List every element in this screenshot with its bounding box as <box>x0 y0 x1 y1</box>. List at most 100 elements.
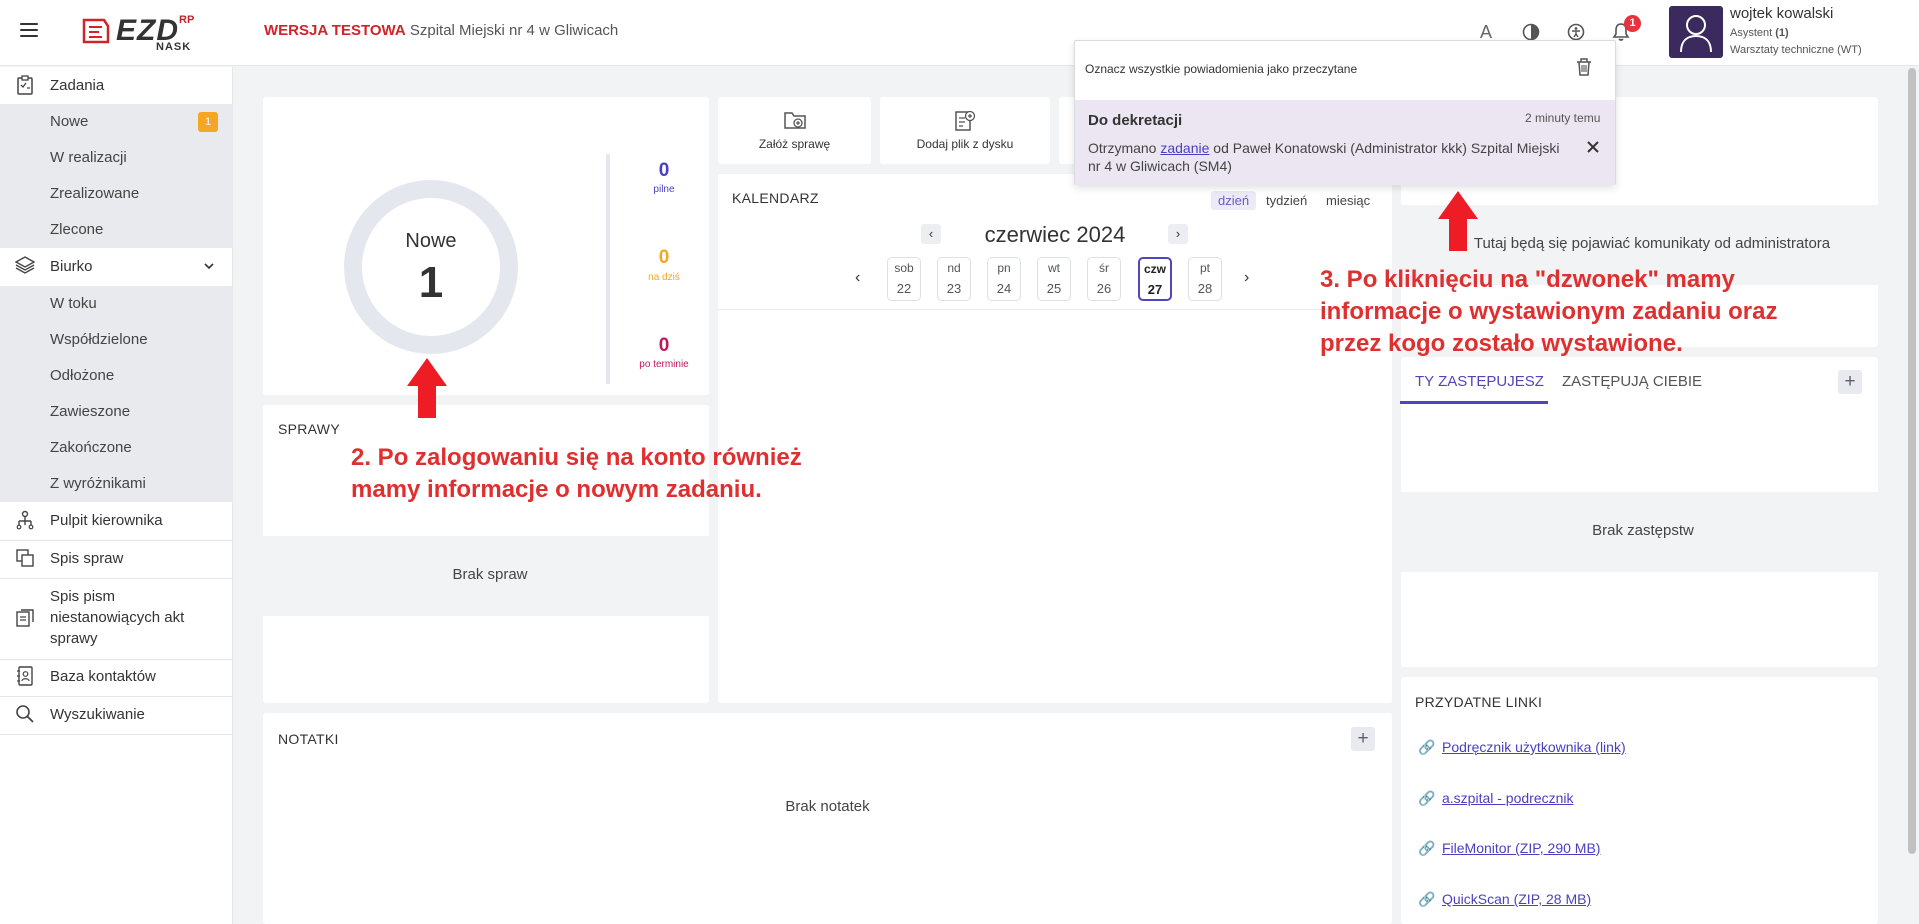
view-tydzien-button[interactable]: tydzień <box>1259 191 1314 210</box>
sidebar-item-label: Wyszukiwanie <box>50 706 145 723</box>
day-date: 22 <box>896 281 912 296</box>
sidebar-item-w-toku[interactable]: W toku <box>0 286 233 322</box>
user-role: Asystent (1) <box>1730 27 1789 39</box>
sidebar-item-spis-spraw[interactable]: Spis spraw <box>0 548 233 570</box>
link-text[interactable]: FileMonitor (ZIP, 290 MB) <box>1442 840 1600 856</box>
notification-time: 2 minuty temu <box>1525 111 1601 125</box>
day-name: śr <box>1099 261 1109 275</box>
calendar-day[interactable]: śr 26 <box>1087 257 1121 301</box>
organization-name: Szpital Miejski nr 4 w Gliwicach <box>409 22 619 39</box>
view-dzien-button[interactable]: dzień <box>1211 191 1257 210</box>
previous-week-button[interactable]: ‹ <box>855 269 860 287</box>
sidebar-item-nowe[interactable]: Nowe 1 <box>0 104 233 140</box>
sidebar-item-zrealizowane[interactable]: Zrealizowane <box>0 176 233 212</box>
scrollbar[interactable] <box>1908 68 1916 854</box>
sidebar-item-wspoldzielone[interactable]: Współdzielone <box>0 322 233 358</box>
zaloz-sprawe-button[interactable]: Załóż sprawę <box>718 97 871 164</box>
sidebar-item-label: Baza kontaktów <box>50 668 156 685</box>
day-name: pt <box>1199 261 1210 275</box>
tab-ty-zastepujesz[interactable]: TY ZASTĘPUJESZ <box>1415 373 1544 390</box>
po-terminie-count[interactable]: 0 <box>614 335 714 357</box>
notification-task-link[interactable]: zadanie <box>1160 140 1209 156</box>
calendar-day[interactable]: pn 24 <box>987 257 1021 301</box>
sidebar-item-label: Z wyróżnikami <box>50 475 146 492</box>
sidebar-item-label: W toku <box>50 295 97 312</box>
divider <box>0 734 233 735</box>
environment-label: WERSJA TESTOWA Szpital Miejski nr 4 w Gl… <box>264 22 618 39</box>
link-text[interactable]: a.szpital - podrecznik <box>1442 790 1574 806</box>
sidebar-item-spis-pism[interactable]: Spis pism niestanowiących akt sprawy <box>0 586 233 652</box>
tasks-donut-label: Nowe <box>405 230 457 252</box>
divider <box>606 154 610 384</box>
notification-item[interactable]: Do dekretacji 2 minuty temu Otrzymano za… <box>1075 100 1615 185</box>
sidebar-item-z-wyroznikami[interactable]: Z wyróżnikami <box>0 466 233 502</box>
search-icon <box>14 704 36 726</box>
add-note-button[interactable]: + <box>1351 727 1375 751</box>
logo[interactable]: EZD RP NASK <box>78 12 208 56</box>
sidebar-item-zadania[interactable]: Zadania <box>0 75 233 97</box>
new-count-badge: 1 <box>198 112 218 132</box>
chevron-down-icon[interactable] <box>203 256 215 276</box>
calendar-day[interactable]: sob 22 <box>887 257 921 301</box>
next-week-button[interactable]: › <box>1244 269 1249 287</box>
user-name[interactable]: wojtek kowalski <box>1730 5 1833 22</box>
divider <box>0 659 233 660</box>
sidebar-item-w-realizacji[interactable]: W realizacji <box>0 140 233 176</box>
avatar[interactable] <box>1669 6 1723 58</box>
day-name: pn <box>997 261 1011 275</box>
close-icon[interactable] <box>1586 140 1600 159</box>
annotation-arrow-1 <box>407 358 447 418</box>
tab-zastepuja-ciebie[interactable]: ZASTĘPUJĄ CIEBIE <box>1562 373 1702 390</box>
sidebar-item-zakonczone[interactable]: Zakończone <box>0 430 233 466</box>
documents-icon <box>14 608 36 630</box>
substitutes-empty-text: Brak zastępstw <box>1592 522 1694 539</box>
menu-icon[interactable] <box>20 23 38 37</box>
sidebar-item-odlozone[interactable]: Odłożone <box>0 358 233 394</box>
calendar-day-today[interactable]: czw 27 <box>1138 257 1172 301</box>
next-month-button[interactable]: › <box>1168 224 1188 244</box>
top-bar: EZD RP NASK WERSJA TESTOWA Szpital Miejs… <box>0 0 1919 66</box>
sidebar-item-biurko[interactable]: Biurko <box>0 256 233 278</box>
annotation-note-2: 2. Po zalogowaniu się na konto również m… <box>351 442 802 506</box>
day-date: 23 <box>946 281 962 296</box>
notatki-empty-text: Brak notatek <box>785 798 870 815</box>
view-miesiac-button[interactable]: miesiąc <box>1319 191 1377 210</box>
na-dzis-count[interactable]: 0 <box>614 247 714 269</box>
notatki-card <box>263 713 1392 924</box>
na-dzis-label: na dziś <box>648 272 680 283</box>
link-text[interactable]: Podręcznik użytkownika (link) <box>1442 739 1626 755</box>
trash-icon[interactable] <box>1575 57 1593 82</box>
sidebar-item-label: Współdzielone <box>50 331 148 348</box>
logo-mark-icon <box>82 18 110 44</box>
sidebar-item-zawieszone[interactable]: Zawieszone <box>0 394 233 430</box>
sidebar-item-zlecone[interactable]: Zlecone <box>0 212 233 248</box>
sidebar-item-pulpit[interactable]: Pulpit kierownika <box>0 510 233 532</box>
previous-month-button[interactable]: ‹ <box>921 224 941 244</box>
sidebar-item-baza-kontaktow[interactable]: Baza kontaktów <box>0 666 233 688</box>
divider <box>0 540 233 541</box>
sidebar-item-label: Biurko <box>50 258 93 275</box>
zaloz-sprawe-label: Załóż sprawę <box>758 137 831 151</box>
day-date: 24 <box>996 281 1012 296</box>
user-icon <box>1680 15 1712 53</box>
logo-rp: RP <box>179 14 195 26</box>
sidebar-item-label: Zadania <box>50 77 105 94</box>
calendar-card <box>718 174 1392 703</box>
pilne-count[interactable]: 0 <box>614 160 714 182</box>
dodaj-plik-button[interactable]: Dodaj plik z dysku <box>880 97 1050 164</box>
add-substitute-button[interactable]: + <box>1838 370 1862 394</box>
sidebar-item-label: Pulpit kierownika <box>50 512 163 529</box>
calendar-day[interactable]: pt 28 <box>1188 257 1222 301</box>
hierarchy-icon <box>14 510 36 532</box>
layers-icon <box>14 256 36 278</box>
day-name: sob <box>894 261 914 275</box>
annotation-arrow-2 <box>1438 191 1478 251</box>
link-text[interactable]: QuickScan (ZIP, 28 MB) <box>1442 891 1591 907</box>
tasks-donut-count: 1 <box>418 258 444 307</box>
sidebar-item-label: Nowe <box>50 113 89 130</box>
sidebar-item-wyszukiwanie[interactable]: Wyszukiwanie <box>0 704 233 726</box>
link-icon: 🔗 <box>1418 840 1436 856</box>
mark-all-read-button[interactable]: Oznacz wszystkie powiadomienia jako prze… <box>1085 62 1357 76</box>
calendar-day[interactable]: nd 23 <box>937 257 971 301</box>
calendar-day[interactable]: wt 25 <box>1037 257 1071 301</box>
